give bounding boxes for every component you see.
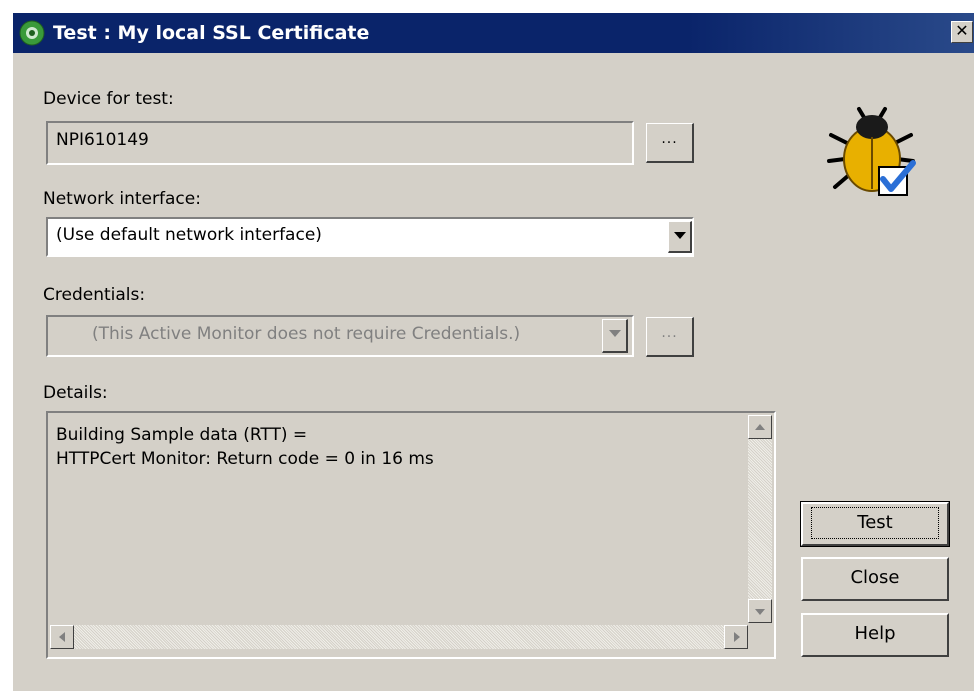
- details-box[interactable]: Building Sample data (RTT) = HTTPCert Mo…: [46, 411, 776, 659]
- help-button[interactable]: Help: [801, 613, 949, 657]
- network-label: Network interface:: [43, 189, 201, 209]
- device-label: Device for test:: [43, 89, 174, 109]
- device-value: NPI610149: [56, 130, 149, 150]
- credentials-label-text: Credentials:: [43, 285, 146, 305]
- close-window-button[interactable]: ✕: [951, 21, 973, 43]
- credentials-browse-button: ...: [646, 317, 694, 357]
- arrow-right-icon: [734, 632, 740, 642]
- vertical-scrollbar[interactable]: [748, 415, 772, 623]
- network-selected: (Use default network interface): [56, 225, 322, 245]
- details-label-text: Details:: [43, 383, 108, 403]
- credentials-browse-label: ...: [661, 325, 678, 341]
- device-field[interactable]: NPI610149: [46, 121, 634, 165]
- test-button[interactable]: Test: [800, 501, 950, 547]
- device-browse-button[interactable]: ...: [646, 123, 694, 163]
- credentials-select: (This Active Monitor does not require Cr…: [46, 315, 634, 357]
- chevron-down-icon: [608, 330, 621, 337]
- test-dialog: Test : My local SSL Certificate ✕ Device…: [12, 12, 974, 691]
- window-title: Test : My local SSL Certificate: [53, 22, 370, 44]
- horizontal-scrollbar[interactable]: [50, 625, 748, 649]
- app-globe-icon: [19, 20, 45, 46]
- scroll-down-button[interactable]: [748, 599, 772, 623]
- help-button-label: Help: [854, 623, 896, 644]
- network-label-text: Network interface:: [43, 189, 201, 209]
- scroll-up-button[interactable]: [748, 415, 772, 439]
- device-label-text: Device for test:: [43, 89, 174, 109]
- details-line: HTTPCert Monitor: Return code = 0 in 16 …: [56, 449, 434, 469]
- bug-check-icon: [827, 107, 916, 196]
- credentials-selected: (This Active Monitor does not require Cr…: [92, 324, 521, 344]
- close-icon: ✕: [955, 21, 969, 40]
- details-label: Details:: [43, 383, 108, 403]
- title-bar[interactable]: Test : My local SSL Certificate ✕: [13, 13, 974, 53]
- arrow-up-icon: [755, 424, 765, 430]
- details-line: Building Sample data (RTT) =: [56, 425, 308, 445]
- network-select[interactable]: (Use default network interface): [46, 217, 694, 257]
- scroll-left-button[interactable]: [50, 625, 74, 649]
- network-dropdown-button[interactable]: [668, 221, 692, 253]
- chevron-down-icon: [673, 232, 686, 239]
- device-browse-label: ...: [661, 131, 678, 147]
- scroll-right-button[interactable]: [724, 625, 748, 649]
- credentials-dropdown-button: [602, 319, 628, 353]
- scroll-corner: [748, 625, 772, 649]
- close-button[interactable]: Close: [801, 557, 949, 601]
- close-button-label: Close: [850, 567, 900, 588]
- credentials-label: Credentials:: [43, 285, 145, 305]
- test-button-label: Test: [811, 507, 939, 539]
- arrow-down-icon: [755, 609, 765, 615]
- arrow-left-icon: [59, 632, 65, 642]
- details-text: Building Sample data (RTT) = HTTPCert Mo…: [56, 423, 434, 471]
